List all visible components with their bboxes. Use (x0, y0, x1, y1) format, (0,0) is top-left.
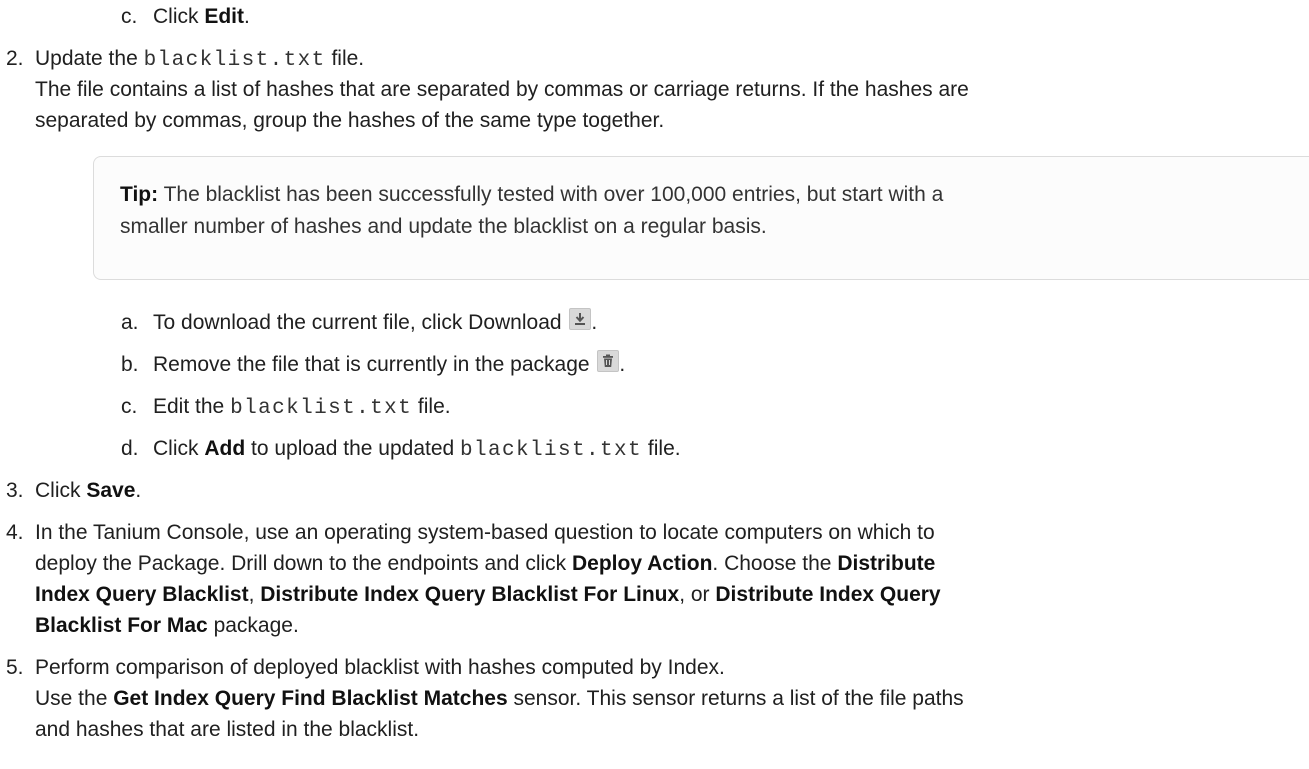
step-4-line-3: Index Query Blacklist, Distribute Index … (35, 583, 941, 606)
substep-c-marker: c. (121, 395, 138, 418)
tip-label: Tip: (120, 183, 159, 206)
step-5-line-3: and hashes that are listed in the blackl… (35, 718, 420, 741)
code-blacklist-file: blacklist.txt (143, 49, 326, 72)
code-blacklist-file: blacklist.txt (230, 397, 413, 420)
step-5-marker: 5. (6, 656, 24, 679)
download-icon (569, 308, 592, 330)
code-blacklist-file: blacklist.txt (460, 439, 643, 462)
tip-callout: Tip: The blacklist has been successfully… (93, 156, 1309, 280)
trash-icon (597, 350, 620, 372)
step-4-marker: 4. (6, 521, 24, 544)
step-3-marker: 3. (6, 479, 24, 502)
step-1c-marker: c. (121, 5, 138, 28)
step-2-marker: 2. (6, 47, 24, 70)
substep-d-marker: d. (121, 437, 139, 460)
step-4-line-4: Blacklist For Mac package. (35, 614, 299, 637)
step-2-title: Update the blacklist.txt file. (35, 47, 365, 72)
substep-c-text: Edit the blacklist.txt file. (153, 395, 451, 420)
step-1c-text: Click Edit. (153, 5, 250, 28)
tip-line-1: Tip: The blacklist has been successfully… (120, 183, 944, 206)
substep-b-marker: b. (121, 353, 139, 376)
step-2-description-line-2: separated by commas, group the hashes of… (35, 109, 665, 132)
step-5-line-2: Use the Get Index Query Find Blacklist M… (35, 687, 964, 710)
step-4-line-2: deploy the Package. Drill down to the en… (35, 552, 936, 575)
substep-b-text: Remove the file that is currently in the… (153, 350, 625, 380)
substep-a-text: To download the current file, click Down… (153, 308, 597, 338)
tip-line-2: smaller number of hashes and update the … (120, 215, 767, 238)
substep-d-text: Click Add to upload the updated blacklis… (153, 437, 681, 462)
step-4-line-1: In the Tanium Console, use an operating … (35, 521, 935, 544)
step-2-description-line-1: The file contains a list of hashes that … (35, 78, 969, 101)
step-5-line-1: Perform comparison of deployed blacklist… (35, 656, 725, 679)
substep-a-marker: a. (121, 311, 139, 334)
step-3-text: Click Save. (35, 479, 142, 502)
